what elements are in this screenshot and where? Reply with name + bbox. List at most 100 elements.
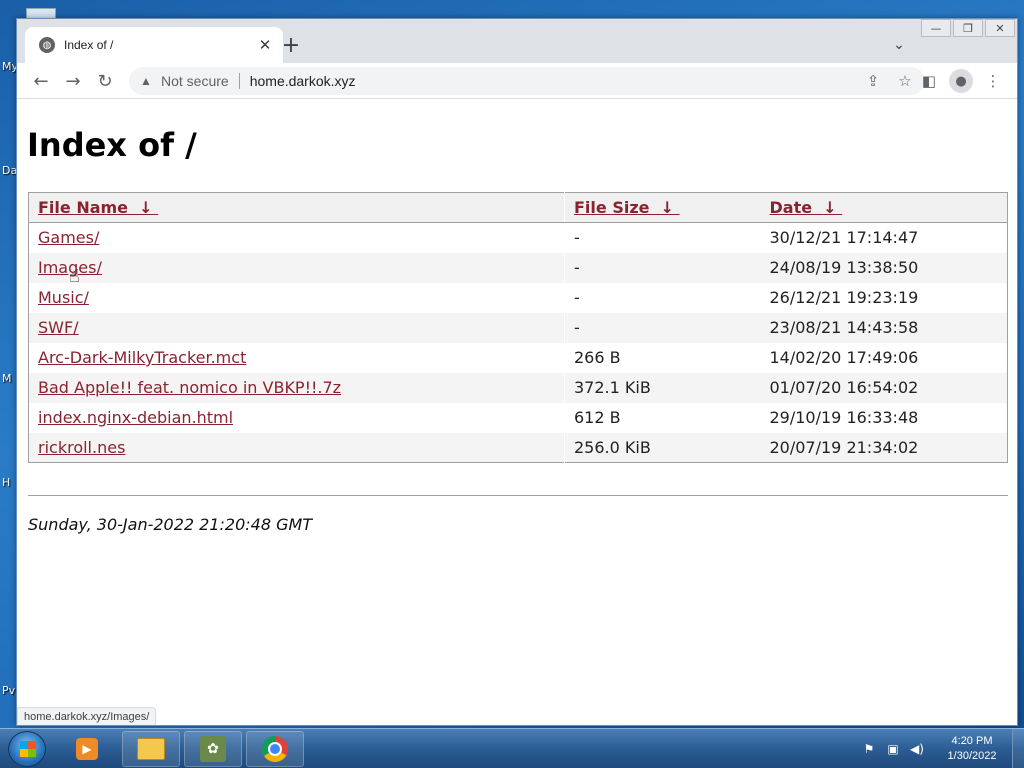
browser-toolbar: ← → ↻ ▲ Not secure home.darkok.xyz ⇪ ☆ ◧… bbox=[17, 63, 1017, 99]
file-date-cell: 23/08/21 14:43:58 bbox=[760, 312, 1008, 343]
start-button[interactable] bbox=[8, 731, 46, 767]
volume-icon[interactable]: ◀) bbox=[908, 740, 926, 758]
table-header-row: File Name ↓ File Size ↓ Date ↓ bbox=[28, 192, 1008, 223]
file-name-cell: Bad Apple!! feat. nomico in VBKP!!.7z bbox=[28, 372, 565, 403]
windows-logo-icon bbox=[20, 741, 36, 757]
page-content: Index of / File Name ↓ File Size ↓ Date … bbox=[17, 100, 1017, 725]
file-date-cell: 14/02/20 17:49:06 bbox=[769, 348, 919, 367]
close-window-button[interactable]: ✕ bbox=[985, 19, 1015, 37]
taskbar-file-explorer[interactable] bbox=[122, 731, 180, 767]
bookmark-star-icon[interactable]: ☆ bbox=[893, 69, 917, 93]
file-link[interactable]: SWF/ bbox=[38, 318, 79, 337]
table-row: Arc-Dark-MilkyTracker.mct 266 B 14/02/20… bbox=[28, 342, 1008, 373]
tab-strip: ◍ Index of / ✕ + ⌄ — ❐ ✕ bbox=[17, 19, 1017, 63]
file-size-cell: - bbox=[574, 288, 580, 307]
file-size-cell: - bbox=[564, 312, 761, 343]
file-date-cell: 29/10/19 16:33:48 bbox=[769, 408, 919, 427]
column-header-name: File Name ↓ bbox=[28, 192, 565, 223]
horizontal-rule bbox=[28, 495, 1008, 496]
browser-window: ◍ Index of / ✕ + ⌄ — ❐ ✕ ← → ↻ ▲ Not sec… bbox=[16, 18, 1018, 726]
column-header-date: Date ↓ bbox=[760, 192, 1008, 223]
table-row: rickroll.nes 256.0 KiB 20/07/19 21:34:02 bbox=[28, 432, 1008, 463]
folder-icon bbox=[137, 738, 165, 760]
menu-kebab-icon[interactable]: ⋮ bbox=[981, 69, 1005, 93]
file-size-cell: 256.0 KiB bbox=[564, 432, 761, 463]
divider bbox=[238, 73, 240, 89]
table-row: index.nginx-debian.html 612 B 29/10/19 1… bbox=[28, 402, 1008, 433]
desktop-icon-label[interactable]: M bbox=[2, 372, 12, 385]
security-label[interactable]: Not secure bbox=[161, 73, 229, 89]
hand-cursor-icon: ☝ bbox=[69, 266, 80, 287]
table-row: Games/ - 30/12/21 17:14:47 bbox=[28, 222, 1008, 253]
file-link[interactable]: Arc-Dark-MilkyTracker.mct bbox=[38, 348, 246, 367]
window-controls: — ❐ ✕ bbox=[919, 19, 1015, 39]
globe-icon: ◍ bbox=[39, 37, 55, 53]
desktop-icon-label[interactable]: H bbox=[2, 476, 10, 489]
desktop-icon-label[interactable]: Pv bbox=[2, 684, 15, 697]
tab-title: Index of / bbox=[64, 38, 114, 52]
forward-icon[interactable]: → bbox=[61, 69, 85, 93]
taskbar-chrome[interactable] bbox=[246, 731, 304, 767]
sort-by-date-link[interactable]: Date ↓ bbox=[770, 198, 843, 217]
taskbar-media-player[interactable]: ▶ bbox=[58, 731, 116, 767]
desktop-icon-label[interactable]: Da bbox=[2, 164, 17, 177]
chrome-icon bbox=[262, 736, 288, 762]
network-icon[interactable]: ▣ bbox=[884, 740, 902, 758]
page-title: Index of / bbox=[27, 126, 197, 164]
browser-tab[interactable]: ◍ Index of / ✕ bbox=[25, 27, 283, 63]
side-panel-icon[interactable]: ◧ bbox=[917, 69, 941, 93]
file-size-cell: 266 B bbox=[574, 348, 621, 367]
sort-by-name-link[interactable]: File Name ↓ bbox=[38, 198, 158, 217]
file-name-cell: rickroll.nes bbox=[28, 432, 565, 463]
action-center-flag-icon[interactable]: ⚑ bbox=[860, 740, 878, 758]
url-text[interactable]: home.darkok.xyz bbox=[250, 73, 861, 89]
sort-by-size-link[interactable]: File Size ↓ bbox=[574, 198, 680, 217]
file-name-cell: Games/ bbox=[28, 222, 565, 253]
file-name-cell: Arc-Dark-MilkyTracker.mct bbox=[28, 342, 565, 373]
system-tray: ⚑ ▣ ◀) 4:20 PM 1/30/2022 bbox=[860, 729, 1024, 768]
clock-time: 4:20 PM bbox=[951, 735, 993, 747]
reload-icon[interactable]: ↻ bbox=[93, 69, 117, 93]
minimize-button[interactable]: — bbox=[921, 19, 951, 37]
media-player-icon: ▶ bbox=[76, 738, 98, 760]
file-date-cell: 24/08/19 13:38:50 bbox=[760, 252, 1008, 283]
file-name-cell: SWF/ bbox=[28, 312, 565, 343]
share-icon[interactable]: ⇪ bbox=[861, 69, 885, 93]
file-date-cell: 26/12/21 19:23:19 bbox=[769, 288, 919, 307]
file-date-cell: 01/07/20 16:54:02 bbox=[760, 372, 1008, 403]
taskbar: ▶ ✿ ⚑ ▣ ◀) 4:20 PM 1/30/2022 bbox=[0, 728, 1024, 768]
table-row: Bad Apple!! feat. nomico in VBKP!!.7z 37… bbox=[28, 372, 1008, 403]
back-icon[interactable]: ← bbox=[29, 69, 53, 93]
chevron-down-icon[interactable]: ⌄ bbox=[889, 35, 909, 55]
table-row: SWF/ - 23/08/21 14:43:58 bbox=[28, 312, 1008, 343]
system-clock[interactable]: 4:20 PM 1/30/2022 bbox=[932, 734, 1012, 764]
table-row: Images/ - 24/08/19 13:38:50 bbox=[28, 252, 1008, 283]
server-timestamp: Sunday, 30-Jan-2022 21:20:48 GMT bbox=[28, 515, 313, 534]
file-link[interactable]: Games/ bbox=[38, 228, 99, 247]
file-link[interactable]: Bad Apple!! feat. nomico in VBKP!!.7z bbox=[38, 378, 341, 397]
clock-date: 1/30/2022 bbox=[947, 750, 997, 762]
warning-icon[interactable]: ▲ bbox=[139, 74, 153, 88]
new-tab-button[interactable]: + bbox=[279, 33, 303, 58]
file-name-cell: Images/ bbox=[28, 252, 565, 283]
file-link[interactable]: rickroll.nes bbox=[38, 438, 125, 457]
file-link[interactable]: Music/ bbox=[38, 288, 89, 307]
column-header-size: File Size ↓ bbox=[564, 192, 761, 223]
file-date-cell: 30/12/21 17:14:47 bbox=[769, 228, 919, 248]
file-size-cell: - bbox=[574, 228, 580, 248]
file-date-cell: 20/07/19 21:34:02 bbox=[760, 432, 1008, 463]
link-status-bar: home.darkok.xyz/Images/ bbox=[17, 707, 157, 725]
address-bar[interactable]: ▲ Not secure home.darkok.xyz ⇪ ☆ bbox=[129, 67, 925, 95]
file-link[interactable]: index.nginx-debian.html bbox=[38, 408, 233, 427]
table-row: Music/ - 26/12/21 19:23:19 bbox=[28, 282, 1008, 313]
file-listing-table: File Name ↓ File Size ↓ Date ↓ Games/ - … bbox=[28, 192, 1008, 463]
game-app-icon: ✿ bbox=[200, 736, 226, 762]
show-desktop-button[interactable] bbox=[1012, 729, 1024, 768]
file-name-cell: Music/ bbox=[28, 282, 565, 313]
profile-avatar-icon[interactable]: ● bbox=[949, 69, 973, 93]
file-size-cell: - bbox=[564, 252, 761, 283]
file-name-cell: index.nginx-debian.html bbox=[28, 402, 565, 433]
close-icon[interactable]: ✕ bbox=[255, 35, 275, 55]
maximize-button[interactable]: ❐ bbox=[953, 19, 983, 37]
taskbar-game-app[interactable]: ✿ bbox=[184, 731, 242, 767]
